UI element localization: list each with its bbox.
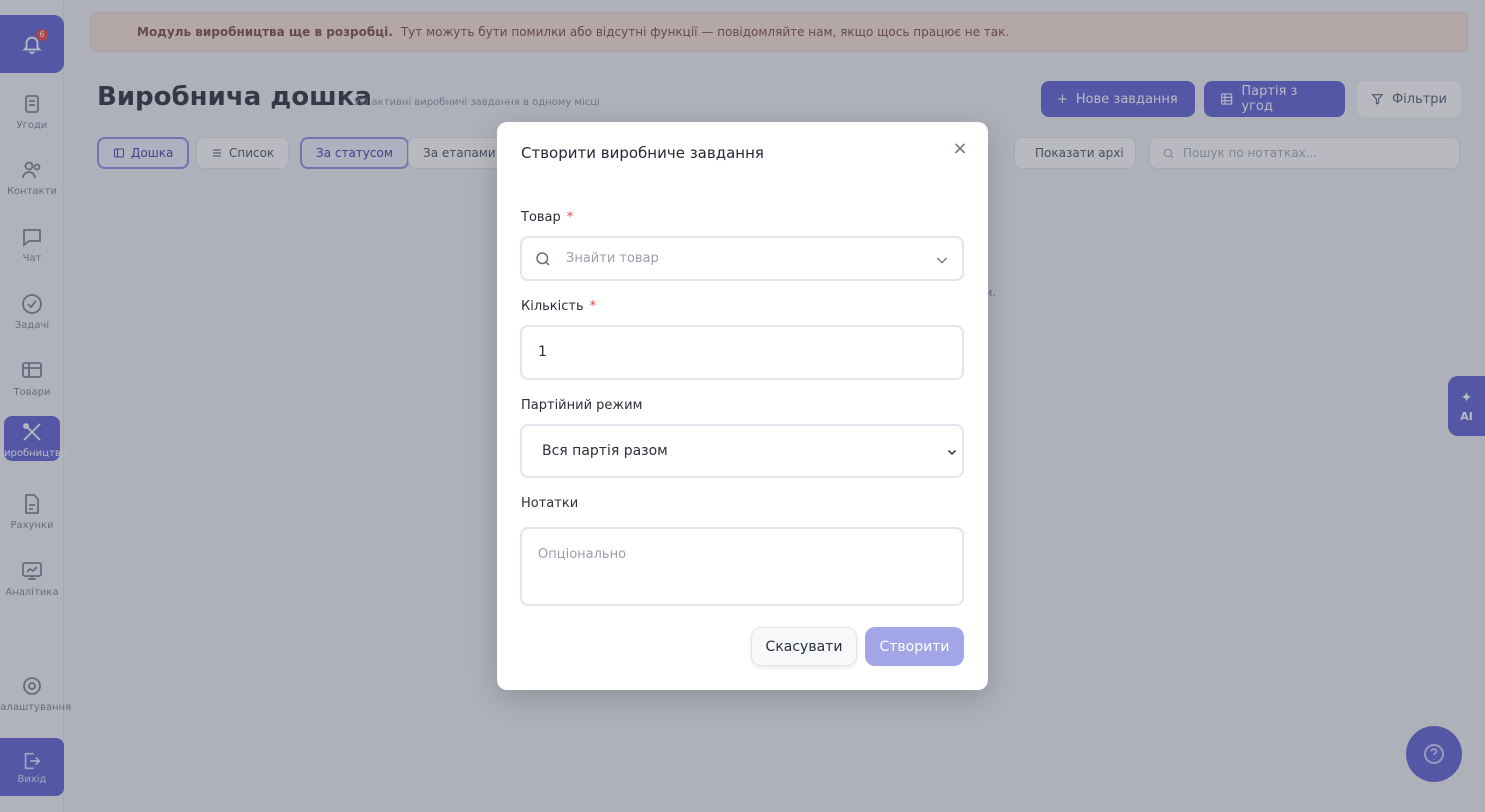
close-icon[interactable]: × <box>952 140 968 158</box>
product-label: Товар * <box>521 210 574 225</box>
create-button[interactable]: Створити <box>865 627 964 666</box>
quantity-field[interactable]: 1 <box>520 325 964 380</box>
notes-textarea[interactable]: Опціонально <box>520 527 964 606</box>
product-select[interactable]: Знайти товар <box>520 236 964 281</box>
cancel-button[interactable]: Скасувати <box>751 627 857 666</box>
notes-label: Нотатки <box>521 496 579 511</box>
quantity-label: Кількість * <box>521 299 597 314</box>
quantity-value: 1 <box>538 344 547 360</box>
create-task-modal: Створити виробниче завдання × Товар * Зна… <box>497 122 988 690</box>
search-icon <box>536 252 550 266</box>
modal-title: Створити виробниче завдання <box>521 144 764 162</box>
product-placeholder: Знайти товар <box>566 251 659 266</box>
required-mark: * <box>566 210 574 225</box>
batch-mode-select[interactable]: Вся партія разом <box>520 424 964 478</box>
chevron-down-icon <box>947 449 957 456</box>
required-mark: * <box>589 299 597 314</box>
chevron-down-icon <box>936 257 948 264</box>
notes-placeholder: Опціонально <box>538 547 627 562</box>
batch-mode-value: Вся партія разом <box>542 443 668 459</box>
batch-mode-label: Партійний режим <box>521 398 643 413</box>
